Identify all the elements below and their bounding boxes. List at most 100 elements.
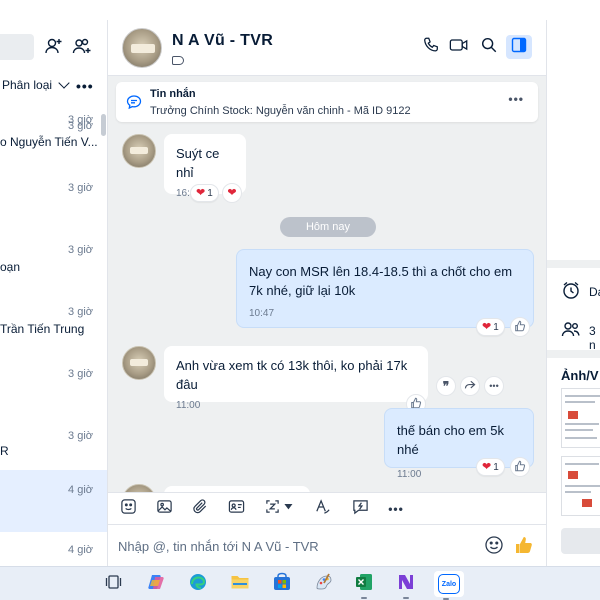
- reaction-badge[interactable]: ❤ 1: [190, 184, 219, 202]
- media-section-title[interactable]: Ảnh/V: [561, 368, 599, 383]
- conversation-time: 3 giờ: [68, 306, 93, 318]
- text-format-icon: [314, 498, 331, 520]
- conversation-item[interactable]: 3 giờ oạn: [0, 238, 107, 300]
- more-tools-button[interactable]: •••: [386, 499, 406, 519]
- conversation-time: 3 giờ: [68, 430, 93, 442]
- conversation-time: 4 giờ: [68, 544, 93, 556]
- more-icon: •••: [489, 381, 499, 391]
- chevron-down-icon: [58, 77, 70, 89]
- copilot-icon: [146, 572, 166, 597]
- reaction-count: 1: [493, 321, 499, 333]
- forward-button[interactable]: [460, 376, 480, 396]
- contact-name[interactable]: N A Vũ - TVR: [172, 32, 273, 50]
- category-filter-label: Phân loại: [2, 78, 53, 92]
- onenote-icon: [396, 572, 416, 597]
- avatar[interactable]: [122, 28, 162, 68]
- chat-panel: N A Vũ - TVR Tin nhắn Trưởng Chính Stock…: [108, 20, 546, 566]
- copilot-app[interactable]: [144, 572, 168, 596]
- message-bubble[interactable]: Anh vừa xem tk có 13k thôi, ko phải 17k …: [164, 346, 428, 411]
- excel-icon: [354, 572, 374, 597]
- more-options-button[interactable]: •••: [76, 78, 94, 94]
- conversation-name: Trần Tiến Trung: [0, 322, 85, 336]
- search-box[interactable]: [0, 34, 34, 60]
- conversation-name: o Nguyễn Tiến V...: [0, 135, 98, 149]
- video-icon: [449, 36, 469, 59]
- paint-icon: [314, 572, 334, 597]
- excel-app[interactable]: [352, 572, 376, 599]
- task-view-icon: [105, 573, 123, 596]
- quick-message-button[interactable]: [350, 499, 370, 519]
- conversation-time: 3 giờ: [68, 368, 93, 380]
- members-icon: [561, 320, 581, 343]
- avatar[interactable]: [122, 134, 156, 168]
- info-panel: Da 3 n Ảnh/V: [546, 20, 600, 566]
- attach-button[interactable]: [190, 499, 210, 519]
- paint-app[interactable]: [312, 572, 336, 596]
- conversation-item[interactable]: 3 giờ Trần Tiến Trung: [0, 300, 107, 362]
- pinned-more-button[interactable]: •••: [508, 92, 524, 106]
- image-button[interactable]: [154, 499, 174, 519]
- microsoft-store-app[interactable]: [270, 572, 294, 596]
- quick-message-icon: [352, 498, 369, 520]
- reaction-count: 1: [493, 461, 499, 473]
- voice-call-button[interactable]: [420, 36, 442, 58]
- conversation-item[interactable]: 3 giờ o Nguyễn Tiến V...: [0, 114, 107, 176]
- like-react-button[interactable]: [510, 317, 530, 337]
- thumbs-up-icon: [514, 320, 526, 335]
- edge-icon: [188, 572, 208, 597]
- conversation-time: 3 giờ: [68, 244, 93, 256]
- reminder-label[interactable]: Da: [589, 285, 600, 299]
- conversation-item[interactable]: 3 giờ: [0, 362, 107, 424]
- contact-card-button[interactable]: [226, 499, 246, 519]
- members-label[interactable]: 3 n: [589, 324, 600, 352]
- heart-icon: ❤: [196, 186, 206, 199]
- message-bubble[interactable]: Nay con MSR lên 18.4-18.5 thì a chốt cho…: [236, 249, 534, 328]
- avatar[interactable]: [122, 346, 156, 380]
- chat-header: N A Vũ - TVR: [108, 20, 546, 76]
- media-thumbnail[interactable]: [561, 456, 600, 516]
- heart-react-button[interactable]: ❤: [222, 183, 242, 203]
- sticker-button[interactable]: [118, 499, 138, 519]
- message-text: Nay con MSR lên 18.4-18.5 thì a chốt cho…: [249, 264, 513, 298]
- message-icon: [126, 94, 142, 115]
- reaction-badge[interactable]: ❤ 1: [476, 458, 505, 476]
- phone-icon: [422, 36, 440, 59]
- info-panel-section: Da 3 n: [547, 268, 600, 352]
- like-react-button[interactable]: [510, 457, 530, 477]
- screenshot-button[interactable]: [262, 499, 298, 519]
- search-button[interactable]: [478, 36, 500, 58]
- conversation-item-active[interactable]: 4 giờ: [0, 470, 107, 532]
- onenote-app[interactable]: [394, 572, 418, 599]
- view-all-media-button[interactable]: [561, 528, 600, 554]
- send-like-button[interactable]: [514, 535, 536, 557]
- tag-icon[interactable]: [172, 56, 184, 65]
- zalo-app[interactable]: Zalo: [434, 571, 464, 600]
- message-input[interactable]: [118, 535, 478, 557]
- media-thumbnail[interactable]: [561, 388, 600, 448]
- conversation-name: oạn: [0, 260, 21, 274]
- reaction-count: 1: [207, 187, 213, 199]
- conversation-time: 4 giờ: [68, 484, 93, 496]
- edge-browser-app[interactable]: [186, 572, 210, 596]
- toggle-info-panel-button[interactable]: [506, 35, 532, 59]
- more-actions-button[interactable]: •••: [484, 376, 504, 396]
- message-text: thế bán cho em 5k nhé: [397, 423, 504, 457]
- forward-icon: [464, 380, 476, 393]
- format-text-button[interactable]: [312, 499, 332, 519]
- category-filter[interactable]: Phân loại: [2, 77, 70, 92]
- pinned-message-bar[interactable]: Tin nhắn Trưởng Chính Stock: Nguyễn văn …: [116, 82, 538, 122]
- paperclip-icon: [192, 498, 209, 520]
- sticker-icon: [120, 498, 137, 520]
- file-explorer-app[interactable]: [228, 572, 252, 596]
- quote-reply-button[interactable]: ❞: [436, 376, 456, 396]
- conversation-item[interactable]: 3 giờ: [0, 176, 107, 238]
- video-call-button[interactable]: [448, 36, 470, 58]
- task-view-button[interactable]: [102, 572, 126, 596]
- message-bubble[interactable]: thế bán cho em 5k nhé 11:00: [384, 408, 534, 480]
- create-group-icon[interactable]: [72, 36, 92, 56]
- emoji-button[interactable]: [484, 535, 506, 557]
- clock-icon: [561, 280, 581, 305]
- conversation-item[interactable]: 4 giờ: [0, 534, 107, 566]
- reaction-badge[interactable]: ❤ 1: [476, 318, 505, 336]
- add-friend-icon[interactable]: [44, 36, 64, 56]
